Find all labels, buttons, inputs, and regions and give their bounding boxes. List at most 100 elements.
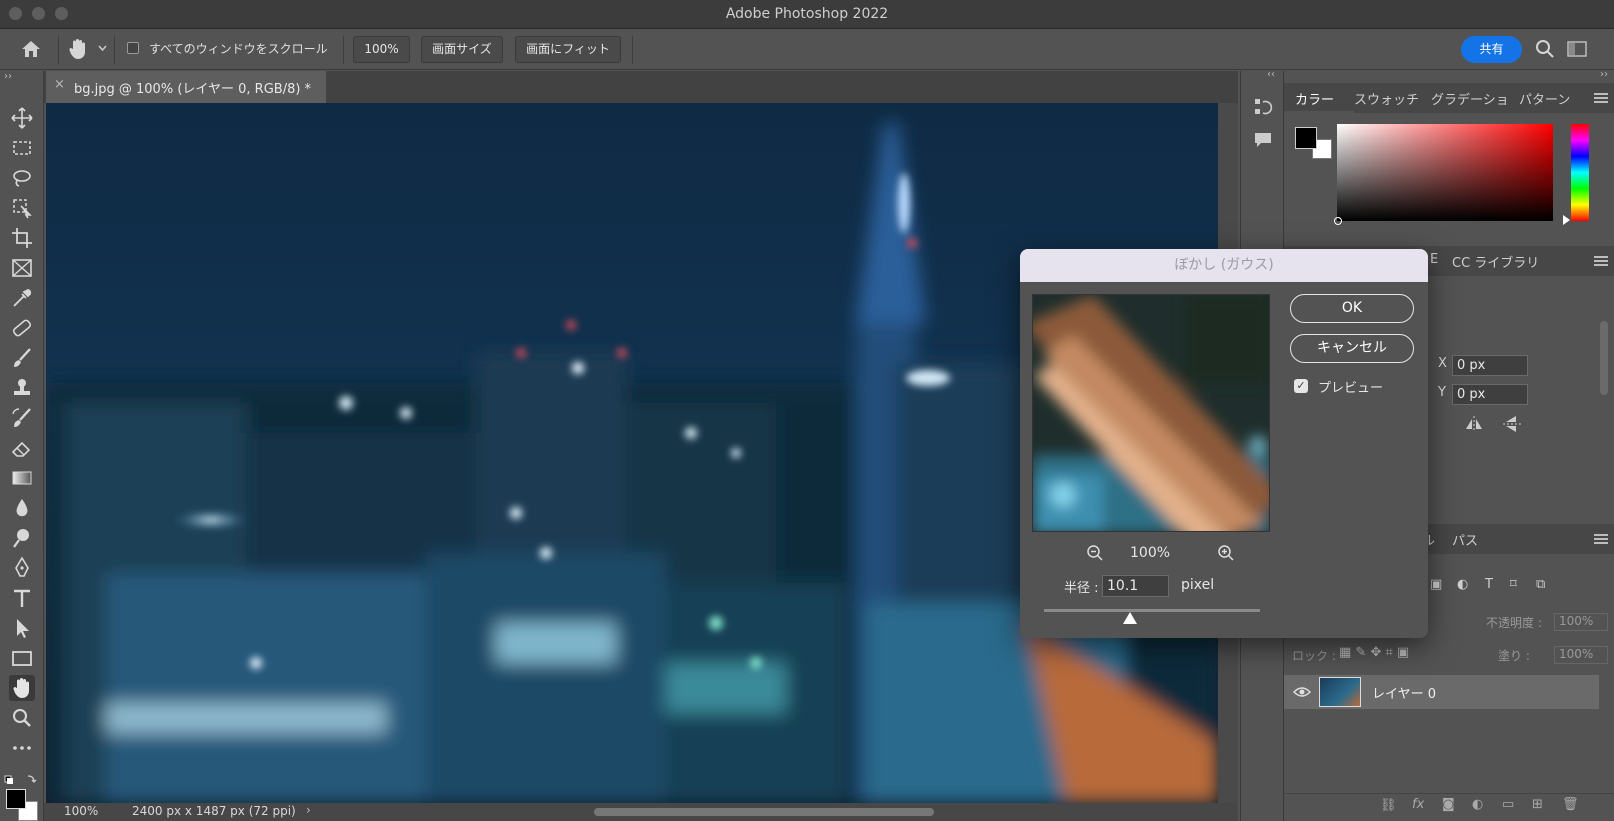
tab-color[interactable]: カラー	[1295, 89, 1334, 108]
ok-button[interactable]: OK	[1290, 294, 1414, 323]
tab-swatches[interactable]: スウォッチ	[1354, 89, 1419, 108]
brush-icon[interactable]	[9, 345, 35, 371]
swap-colors-icon[interactable]	[4, 773, 40, 787]
object-select-icon[interactable]	[9, 195, 35, 221]
status-menu-chevron-icon[interactable]: ›	[306, 803, 311, 817]
properties-menu-icon[interactable]	[1594, 256, 1608, 266]
tab-cc-libraries[interactable]: CC ライブラリ	[1452, 252, 1539, 271]
history-panel-icon[interactable]	[1253, 97, 1273, 117]
filter-smart-object-icon[interactable]: ⧉	[1536, 577, 1545, 592]
type-icon[interactable]	[9, 585, 35, 611]
fx-icon[interactable]: fx	[1412, 797, 1424, 812]
tab-gradients[interactable]: グラデーショ	[1431, 89, 1509, 108]
color-picker-cursor[interactable]	[1334, 217, 1342, 225]
cancel-button[interactable]: キャンセル	[1290, 334, 1414, 363]
hand-icon[interactable]	[9, 675, 35, 701]
preview-zoom-in-icon[interactable]	[1217, 544, 1235, 562]
dodge-icon[interactable]	[9, 525, 35, 551]
link-layers-icon[interactable]: ⛓	[1380, 798, 1397, 813]
opacity-field[interactable]: 100%	[1554, 613, 1608, 631]
x-field[interactable]: 0 px	[1452, 355, 1528, 376]
lock-icons[interactable]: ▦ ✎ ✥ ⌗ ▣	[1339, 645, 1409, 660]
x-label: X	[1438, 356, 1447, 371]
path-select-icon[interactable]	[9, 615, 35, 641]
window-title: Adobe Photoshop 2022	[725, 6, 889, 22]
hue-slider-handle[interactable]	[1563, 215, 1570, 225]
filter-adjustment-icon[interactable]: ◐	[1457, 577, 1468, 592]
layer-row[interactable]: レイヤー 0	[1284, 675, 1599, 709]
gaussian-blur-dialog: ぼかし (ガウス) 100% 半径 : 10.1 pixel OK キャンセル …	[1020, 249, 1428, 638]
tab-paths[interactable]: パス	[1452, 530, 1478, 549]
panel-collapse-icon[interactable]: ››	[1600, 69, 1608, 80]
status-zoom[interactable]: 100%	[64, 804, 98, 818]
radius-slider-handle[interactable]	[1123, 612, 1138, 624]
frame-icon[interactable]	[9, 255, 35, 281]
chevron-down-icon[interactable]	[98, 45, 107, 51]
add-mask-icon[interactable]: ◙	[1442, 797, 1455, 812]
visibility-eye-icon[interactable]	[1293, 685, 1311, 699]
properties-scrollbar[interactable]	[1600, 321, 1608, 395]
marquee-icon[interactable]	[9, 135, 35, 161]
y-field[interactable]: 0 px	[1452, 384, 1528, 405]
filter-type-icon[interactable]: T	[1485, 577, 1493, 592]
gradient-icon[interactable]	[9, 465, 35, 491]
zoom-icon[interactable]	[9, 705, 35, 731]
search-icon[interactable]	[1535, 39, 1555, 59]
layer-thumbnail	[1319, 677, 1361, 707]
more-tools-icon[interactable]	[9, 735, 35, 761]
horizontal-scrollbar[interactable]	[594, 808, 934, 816]
screen-size-button[interactable]: 画面サイズ	[421, 36, 503, 63]
stamp-icon[interactable]	[9, 375, 35, 401]
color-field[interactable]	[1337, 124, 1553, 221]
fill-field[interactable]: 100%	[1554, 646, 1608, 664]
flip-vertical-icon[interactable]	[1502, 415, 1522, 433]
tab-patterns[interactable]: パターン	[1519, 89, 1570, 108]
blur-preview[interactable]	[1032, 294, 1270, 532]
filter-shape-icon[interactable]: ⌑	[1510, 577, 1517, 592]
eyedropper-icon[interactable]	[9, 285, 35, 311]
flip-horizontal-icon[interactable]	[1464, 415, 1484, 433]
adjustment-layer-icon[interactable]: ◐	[1472, 797, 1483, 812]
document-tab[interactable]: × bg.jpg @ 100% (レイヤー 0, RGB/8) *	[46, 71, 326, 103]
pen-icon[interactable]	[9, 555, 35, 581]
crop-icon[interactable]	[9, 225, 35, 251]
home-icon[interactable]	[20, 39, 42, 59]
new-group-icon[interactable]: ▭	[1502, 797, 1514, 812]
share-button[interactable]: 共有	[1461, 36, 1522, 63]
status-info: 2400 px x 1487 px (72 ppi)	[132, 804, 296, 818]
foreground-color-swatch[interactable]	[6, 789, 26, 809]
preview-checkbox[interactable]: ✓	[1294, 379, 1308, 393]
options-bar: すべてのウィンドウをスクロール 100% 画面サイズ 画面にフィット 共有	[0, 30, 1614, 70]
new-layer-icon[interactable]: ⊞	[1532, 797, 1543, 812]
move-icon[interactable]	[9, 105, 35, 131]
panel-menu-icon[interactable]	[1594, 93, 1608, 103]
fit-screen-button[interactable]: 画面にフィット	[515, 36, 621, 63]
title-bar: Adobe Photoshop 2022	[0, 0, 1614, 29]
close-tab-icon[interactable]: ×	[54, 77, 65, 92]
foreground-color-chip[interactable]	[1295, 127, 1317, 149]
hue-slider[interactable]	[1571, 124, 1589, 221]
layers-menu-icon[interactable]	[1594, 534, 1608, 544]
comments-panel-icon[interactable]	[1253, 131, 1273, 149]
blur-preview-image	[1033, 295, 1269, 531]
radius-slider-track[interactable]	[1044, 609, 1260, 624]
collapse-icon[interactable]: ‹‹	[1267, 69, 1275, 80]
filter-pixel-icon[interactable]: ▣	[1430, 577, 1442, 592]
preview-zoom-out-icon[interactable]	[1086, 544, 1104, 562]
radius-input[interactable]: 10.1	[1102, 575, 1169, 597]
delete-layer-icon[interactable]: 🗑	[1562, 797, 1579, 812]
scroll-all-checkbox[interactable]	[127, 42, 139, 54]
workspace-icon[interactable]	[1567, 41, 1587, 57]
healing-icon[interactable]	[9, 315, 35, 341]
history-brush-icon[interactable]	[9, 405, 35, 431]
zoom-100-button[interactable]: 100%	[353, 36, 410, 63]
opacity-label: 不透明度 :	[1486, 616, 1542, 630]
blur-icon[interactable]	[9, 495, 35, 521]
layer-name[interactable]: レイヤー 0	[1372, 683, 1436, 702]
tab-properties[interactable]: E	[1430, 252, 1438, 267]
rectangle-icon[interactable]	[9, 645, 35, 671]
hand-tool-icon[interactable]	[68, 38, 88, 60]
lasso-icon[interactable]	[9, 165, 35, 191]
expand-icon[interactable]: ››	[4, 71, 12, 82]
eraser-icon[interactable]	[9, 435, 35, 461]
